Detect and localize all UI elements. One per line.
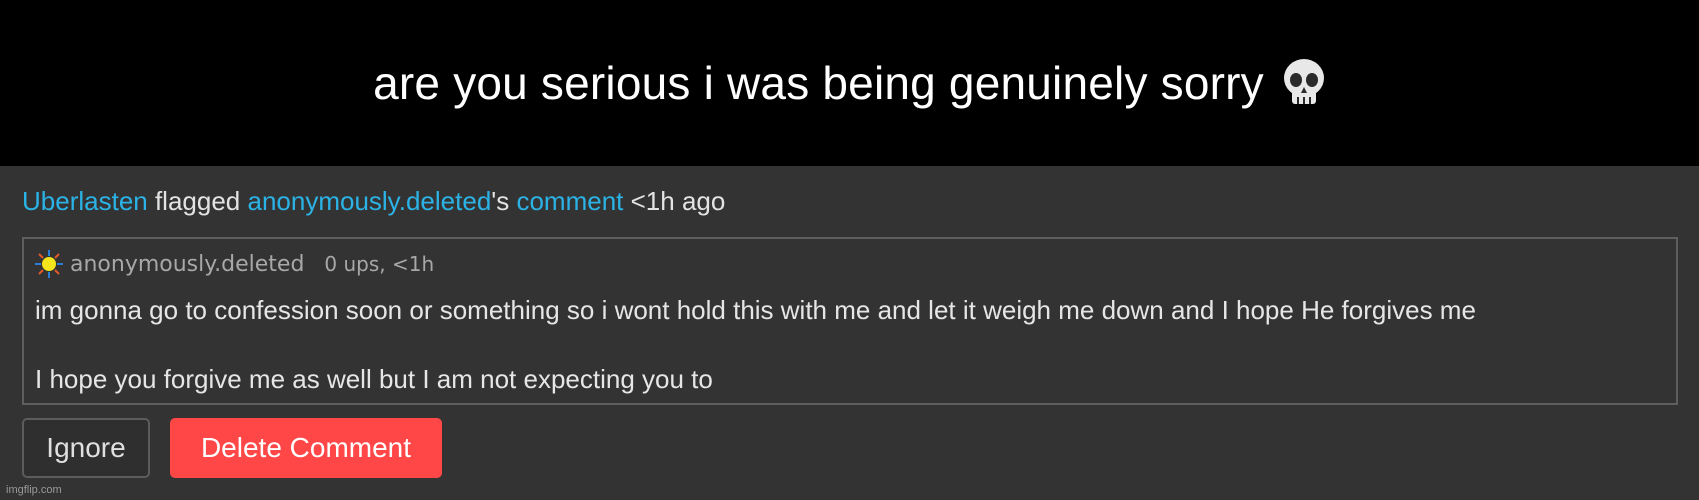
flag-action-text: flagged: [147, 186, 248, 216]
possessive-text: 's: [491, 186, 517, 216]
comment-stats: 0 ups, <1h: [324, 252, 435, 276]
flagged-comment: anonymously.deleted 0 ups, <1h im gonna …: [22, 237, 1678, 405]
ignore-button[interactable]: Ignore: [22, 418, 150, 478]
flag-time: <1h ago: [623, 186, 726, 216]
imgflip-watermark: imgflip.com: [6, 484, 62, 496]
comment-meta: anonymously.deleted 0 ups, <1h: [34, 249, 434, 279]
comment-text-line: im gonna go to confession soon or someth…: [35, 295, 1476, 325]
skull-icon: [1283, 59, 1324, 104]
comment-author[interactable]: anonymously.deleted: [70, 252, 304, 277]
comment-link[interactable]: comment: [516, 186, 623, 216]
caption-bar: are you serious i was being genuinely so…: [0, 0, 1699, 166]
caption: are you serious i was being genuinely so…: [373, 56, 1326, 110]
target-user-link[interactable]: anonymously.deleted: [247, 186, 491, 216]
comment-text-line: I hope you forgive me as well but I am n…: [35, 364, 713, 394]
flagger-link[interactable]: Uberlasten: [22, 186, 148, 216]
delete-comment-button[interactable]: Delete Comment: [170, 418, 442, 478]
caption-text: are you serious i was being genuinely so…: [373, 57, 1264, 109]
sun-icon: [35, 250, 63, 278]
flag-notification: Uberlasten flagged anonymously.deleted's…: [22, 186, 725, 217]
